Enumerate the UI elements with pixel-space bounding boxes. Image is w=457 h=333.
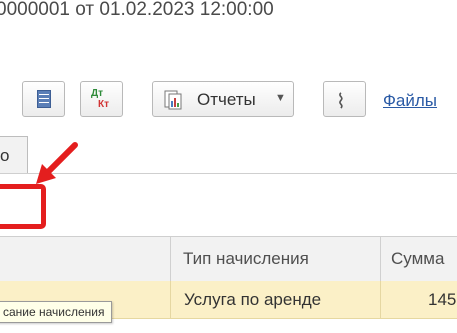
tab-active[interactable]: о xyxy=(0,136,28,174)
column-divider xyxy=(170,281,171,318)
reports-icon xyxy=(164,90,182,110)
document-title: 0000001 от 01.02.2023 12:00:00 xyxy=(0,0,274,20)
red-arrow-icon xyxy=(36,142,78,184)
list-button[interactable] xyxy=(22,81,65,117)
list-icon xyxy=(37,90,51,108)
tooltip: сание начисления xyxy=(0,301,112,323)
reports-label: Отчеты xyxy=(197,90,256,109)
column-divider xyxy=(170,237,171,281)
cell-type[interactable]: Услуга по аренде xyxy=(184,290,321,310)
kt-label: Кт xyxy=(98,99,110,110)
column-divider xyxy=(380,281,381,318)
column-divider xyxy=(380,237,381,281)
chevron-down-icon: ▼ xyxy=(275,92,286,104)
highlight-box xyxy=(0,184,46,229)
paperclip-icon: ⌇ xyxy=(336,91,346,113)
column-header-type[interactable]: Тип начисления xyxy=(183,249,309,269)
column-header-amount[interactable]: Сумма xyxy=(391,249,444,269)
reports-button[interactable]: Отчеты ▼ xyxy=(152,81,294,117)
attach-button[interactable]: ⌇ xyxy=(323,81,366,117)
table-header: Тип начисления Сумма xyxy=(0,237,457,282)
cell-amount[interactable]: 145 xyxy=(428,290,456,310)
dt-kt-button[interactable]: Дт Кт xyxy=(80,81,123,117)
dt-label: Дт xyxy=(91,88,104,99)
files-link[interactable]: Файлы xyxy=(383,91,437,111)
